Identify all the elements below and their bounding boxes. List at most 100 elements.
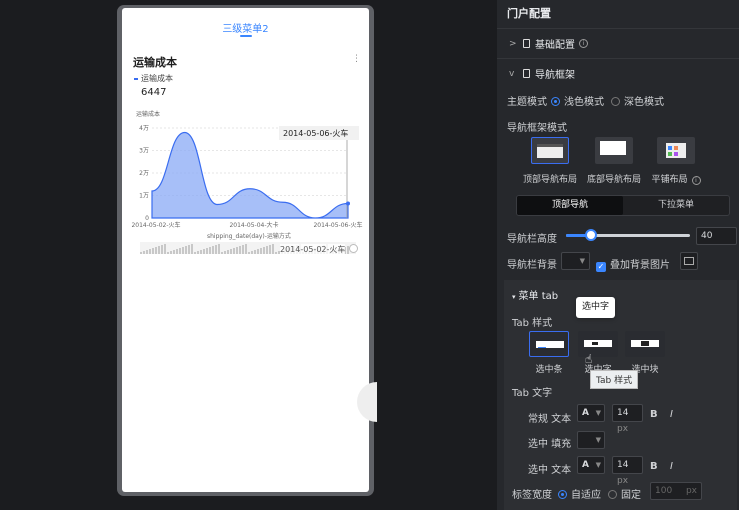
card-title: 运输成本 xyxy=(133,56,177,69)
adaptive-option[interactable]: 自适应 xyxy=(558,486,601,501)
section-nav[interactable]: v 导航框架 xyxy=(497,58,739,88)
layout-top-nav-thumb xyxy=(531,137,569,164)
mini-bar xyxy=(263,247,265,254)
theme-label: 主题模式 xyxy=(507,97,547,108)
selected-font-size-input[interactable]: 14 px xyxy=(612,456,643,486)
mini-bar xyxy=(251,251,253,254)
caret-down-icon: ▼ xyxy=(595,461,601,469)
legend-label: 运输成本 xyxy=(141,74,173,83)
checkbox-checked[interactable]: ✓ xyxy=(596,262,606,272)
x-tick-label: 2014-05-06-火车 xyxy=(313,221,362,229)
phone-icon xyxy=(523,39,530,48)
caret-down-icon: ▾ xyxy=(512,293,516,301)
mini-bar xyxy=(170,251,172,254)
tab-style-bar-thumb xyxy=(529,331,569,357)
mini-bar xyxy=(236,247,238,254)
mini-bar xyxy=(167,252,169,254)
mini-bar xyxy=(146,250,148,254)
bold-toggle[interactable]: B xyxy=(650,409,658,420)
mini-bar xyxy=(266,246,268,254)
mini-bar xyxy=(161,245,163,254)
menu-tab-section-label: 菜单 tab xyxy=(518,291,559,302)
preview-menu-tab[interactable]: 三级菜单2 xyxy=(122,20,369,35)
mini-bar xyxy=(245,244,247,254)
normal-font-size-input[interactable]: 14 px xyxy=(612,404,643,434)
fixed-width-input[interactable]: 100 px xyxy=(650,482,702,500)
active-tab-indicator xyxy=(240,35,252,37)
layout-tile-label: 平铺布局 xyxy=(651,175,688,185)
mini-bar xyxy=(179,248,181,254)
bold-toggle[interactable]: B xyxy=(650,461,658,472)
radio-checked[interactable] xyxy=(551,97,560,106)
phone-screen: 三级菜单2 运输成本 ⋮ 运输成本 6447 运输成本 0 1万 2万 3万 4万 20… xyxy=(122,8,369,492)
theme-light-option[interactable]: 浅色模式 xyxy=(551,93,604,108)
mini-bar xyxy=(218,244,220,254)
info-icon[interactable]: i xyxy=(691,176,701,185)
image-picker-button[interactable] xyxy=(680,252,698,270)
mini-bar xyxy=(224,251,226,254)
series-area xyxy=(151,131,349,219)
hover-point xyxy=(346,201,350,206)
legend-swatch xyxy=(134,77,138,80)
seg-top-nav[interactable]: 顶部导航 xyxy=(517,196,623,215)
selected-fill-select[interactable]: ▼ xyxy=(577,431,605,449)
nav-bg-color-select[interactable]: ▼ xyxy=(561,252,590,270)
layout-tile[interactable]: 平铺布局 i xyxy=(641,137,711,185)
y-tick-label: 2万 xyxy=(139,170,149,177)
layout-bottom-nav[interactable]: 底部导航布局 xyxy=(582,137,646,185)
chart-legend[interactable]: 运输成本 xyxy=(134,73,173,84)
layout-top-nav-label: 顶部导航布局 xyxy=(522,175,577,185)
tab-style-bar[interactable]: 选中条 xyxy=(526,331,572,375)
italic-toggle[interactable]: I xyxy=(670,409,673,420)
menu-tab-section[interactable]: ▾ 菜单 tab xyxy=(512,287,558,302)
mini-bar xyxy=(158,246,160,254)
mini-bar xyxy=(197,251,199,254)
mini-bar xyxy=(230,249,232,254)
mini-bar xyxy=(182,247,184,254)
more-icon[interactable]: ⋮ xyxy=(352,54,361,64)
tab-style-text-thumb xyxy=(578,331,618,357)
tab-style-label: Tab 样式 xyxy=(512,318,553,329)
radio-unchecked[interactable] xyxy=(608,490,617,499)
radio-unchecked[interactable] xyxy=(611,97,620,106)
nav-type-segmented[interactable]: 顶部导航 下拉菜单 xyxy=(516,195,730,216)
info-icon[interactable]: i xyxy=(579,39,588,48)
overlay-bg-option[interactable]: ✓ 叠加背景图片 xyxy=(596,256,670,272)
area-chart[interactable]: 运输成本 0 1万 2万 3万 4万 2014-05-02-火车 2014-05-04-大… xyxy=(122,106,369,246)
chart-tooltip: 2014-05-06-火车 xyxy=(283,128,348,138)
mini-bar xyxy=(155,247,157,254)
mini-bar xyxy=(221,252,223,254)
mini-bar xyxy=(152,248,154,254)
tab-text-label: Tab 文字 xyxy=(512,388,553,399)
x-tick-label: 2014-05-04-大卡 xyxy=(229,221,278,229)
theme-dark-option[interactable]: 深色模式 xyxy=(611,93,664,108)
mini-bar xyxy=(248,252,250,254)
slider-label: 2014-05-02-火车 xyxy=(280,244,346,255)
x-axis-title: shipping_date(day)-运输方式 xyxy=(207,232,291,240)
tab-style-block[interactable]: 选中块 xyxy=(622,331,668,375)
phone-icon xyxy=(523,69,530,78)
nav-height-slider-thumb[interactable] xyxy=(584,229,597,241)
tab-style-text[interactable]: 选中字 xyxy=(575,331,621,375)
hover-hint: Tab 样式 xyxy=(590,370,639,389)
seg-dropdown[interactable]: 下拉菜单 xyxy=(623,196,729,215)
theme-dark-label: 深色模式 xyxy=(624,97,664,108)
phone-preview-frame: 三级菜单2 运输成本 ⋮ 运输成本 6447 运输成本 0 1万 2万 3万 4万 20… xyxy=(117,5,374,496)
x-tick-label: 2014-05-02-火车 xyxy=(131,221,180,229)
radio-checked[interactable] xyxy=(558,490,567,499)
layout-top-nav[interactable]: 顶部导航布局 xyxy=(518,137,582,185)
mini-bar xyxy=(239,246,241,254)
y-tick-label: 1万 xyxy=(139,193,149,200)
fixed-option[interactable]: 固定 xyxy=(608,486,641,501)
normal-text-color-select[interactable]: A ▼ xyxy=(577,404,605,422)
mini-bar xyxy=(194,252,196,254)
italic-toggle[interactable]: I xyxy=(670,461,673,472)
mini-bar xyxy=(176,249,178,254)
selected-text-color-select[interactable]: A ▼ xyxy=(577,456,605,474)
mini-bar xyxy=(254,250,256,254)
section-basic[interactable]: > 基础配置 i xyxy=(497,28,739,58)
slider-handle[interactable] xyxy=(349,244,358,253)
mini-bar xyxy=(206,248,208,254)
nav-height-input[interactable]: 40 xyxy=(696,227,737,245)
layout-tile-thumb xyxy=(657,137,695,164)
